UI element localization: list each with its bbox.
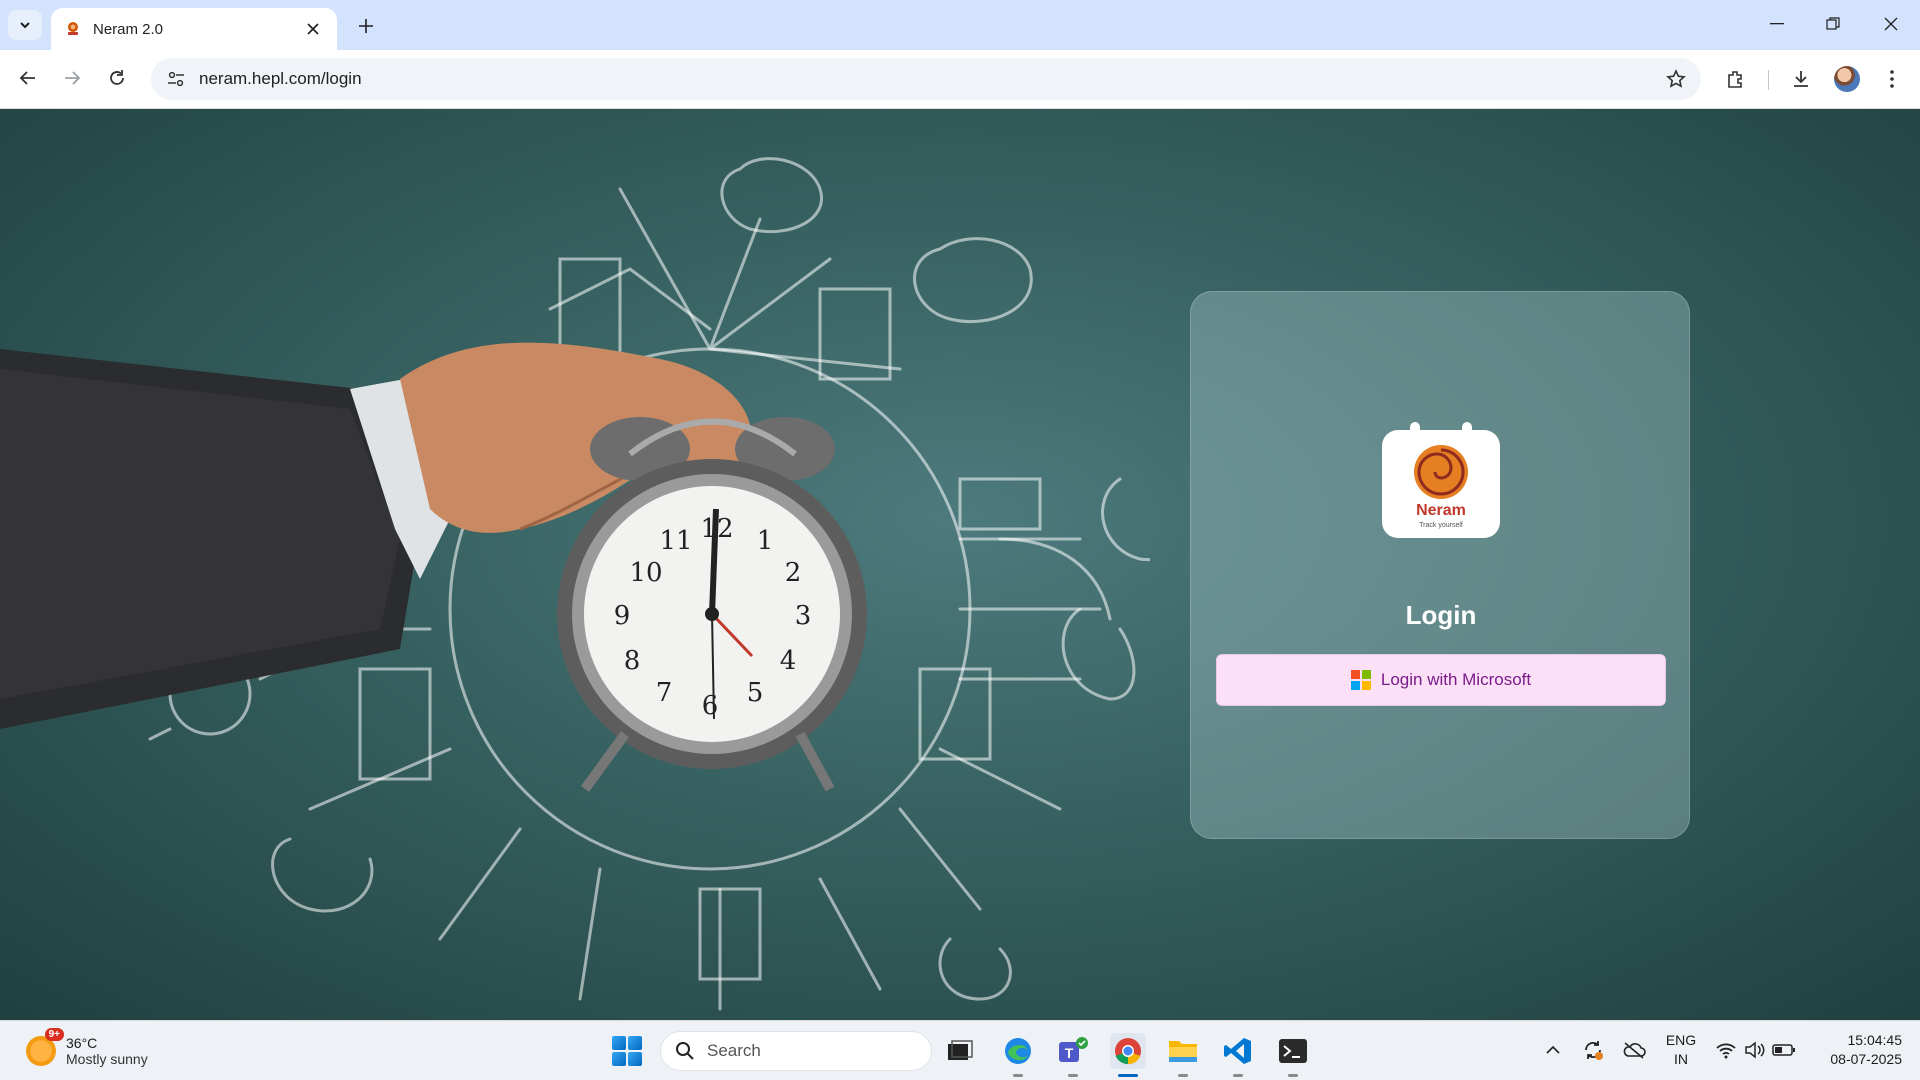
download-icon[interactable] (1785, 63, 1817, 95)
site-info-icon[interactable] (163, 66, 189, 92)
onedrive-offline-icon[interactable] (1621, 1037, 1647, 1063)
app-running-dot (1288, 1074, 1298, 1077)
svg-text:11: 11 (659, 526, 692, 556)
edge-icon[interactable] (1000, 1033, 1036, 1077)
login-with-microsoft-button[interactable]: Login with Microsoft (1216, 654, 1666, 706)
volume-icon[interactable] (1742, 1037, 1768, 1063)
reload-icon[interactable] (101, 62, 133, 94)
restore-icon[interactable] (1813, 8, 1853, 40)
lang-line2: IN (1674, 1051, 1688, 1067)
tab-title: Neram 2.0 (93, 20, 164, 38)
extensions-icon[interactable] (1720, 63, 1752, 95)
window-close-icon[interactable] (1871, 8, 1911, 40)
app-running-dot (1068, 1074, 1078, 1077)
wifi-icon[interactable] (1713, 1037, 1739, 1063)
close-icon[interactable] (303, 19, 323, 39)
vscode-icon[interactable] (1220, 1033, 1256, 1077)
app-running-dot (1233, 1074, 1243, 1077)
clock-time: 15:04:45 (1847, 1032, 1903, 1048)
svg-text:10: 10 (629, 558, 662, 588)
minimize-icon[interactable] (1757, 8, 1797, 40)
tab-strip: Neram 2.0 (0, 0, 1920, 50)
clock-date: 08-07-2025 (1830, 1051, 1902, 1067)
profile-avatar[interactable] (1834, 66, 1860, 92)
background-illustration: 1212 345 678 91011 (0, 157, 1150, 1011)
svg-text:T: T (1065, 1045, 1074, 1061)
spiral-logo-icon (1414, 445, 1468, 499)
chrome-icon[interactable] (1110, 1033, 1146, 1077)
app-running-dot (1013, 1074, 1023, 1077)
svg-text:1: 1 (757, 526, 774, 556)
weather-badge: 9+ (44, 1028, 64, 1041)
svg-text:5: 5 (747, 678, 764, 708)
svg-text:7: 7 (656, 678, 673, 708)
svg-text:3: 3 (795, 601, 812, 631)
svg-text:8: 8 (624, 646, 641, 676)
url-text[interactable]: neram.hepl.com/login (199, 69, 1661, 89)
tab-neram[interactable]: Neram 2.0 (51, 8, 337, 50)
file-explorer-icon[interactable] (1165, 1033, 1201, 1077)
bookmark-star-icon[interactable] (1661, 64, 1691, 94)
app-active-dot (1118, 1074, 1138, 1077)
lang-line1: ENG (1665, 1032, 1697, 1048)
address-bar[interactable]: neram.hepl.com/login (151, 58, 1701, 100)
forward-icon[interactable] (56, 62, 88, 94)
svg-text:6: 6 (702, 691, 719, 721)
system-clock[interactable]: 15:04:45 08-07-2025 (1810, 1031, 1902, 1069)
sync-icon[interactable] (1580, 1037, 1606, 1063)
logo-wordmark: Neram (1416, 502, 1466, 519)
language-indicator[interactable]: ENG IN (1664, 1031, 1698, 1069)
login-page: 1212 345 678 91011 Neram Track yourself … (0, 109, 1920, 1020)
app-running-dot (1178, 1074, 1188, 1077)
logo-tagline: Track yourself (1419, 522, 1463, 529)
weather-desc: Mostly sunny (66, 1051, 148, 1067)
back-icon[interactable] (12, 62, 44, 94)
teams-icon[interactable]: T (1055, 1033, 1091, 1077)
toolbar-separator (1768, 70, 1769, 90)
weather-widget[interactable]: 9+ 36°C Mostly sunny (26, 1028, 148, 1071)
taskbar: 9+ 36°C Mostly sunny Search T ENG IN 15:… (0, 1020, 1920, 1080)
favicon-icon (65, 21, 81, 37)
neram-logo: Neram Track yourself (1382, 422, 1500, 538)
logo-ring-left (1410, 422, 1420, 438)
weather-temp: 36°C (66, 1035, 98, 1051)
chevron-up-icon[interactable] (1540, 1037, 1566, 1063)
svg-text:9: 9 (614, 601, 631, 631)
microsoft-button-label: Login with Microsoft (1380, 670, 1532, 689)
microsoft-logo-icon (1350, 670, 1371, 690)
svg-text:2: 2 (785, 558, 802, 588)
taskbar-search[interactable]: Search (660, 1031, 932, 1071)
tab-search-icon[interactable] (8, 10, 42, 40)
search-icon (676, 1042, 694, 1060)
menu-icon[interactable] (1876, 63, 1908, 95)
svg-text:4: 4 (780, 646, 797, 676)
task-view-icon[interactable] (942, 1033, 978, 1069)
login-card: Neram Track yourself Login Login with Mi… (1190, 291, 1690, 839)
battery-icon[interactable] (1771, 1037, 1797, 1063)
login-title: Login (1405, 600, 1477, 630)
search-label: Search (707, 1041, 761, 1060)
start-button[interactable] (612, 1036, 642, 1066)
logo-ring-right (1462, 422, 1472, 438)
terminal-icon[interactable] (1275, 1033, 1311, 1077)
browser-toolbar: neram.hepl.com/login (0, 50, 1920, 109)
sun-icon: 9+ (26, 1028, 64, 1066)
new-tab-icon[interactable] (352, 12, 380, 40)
